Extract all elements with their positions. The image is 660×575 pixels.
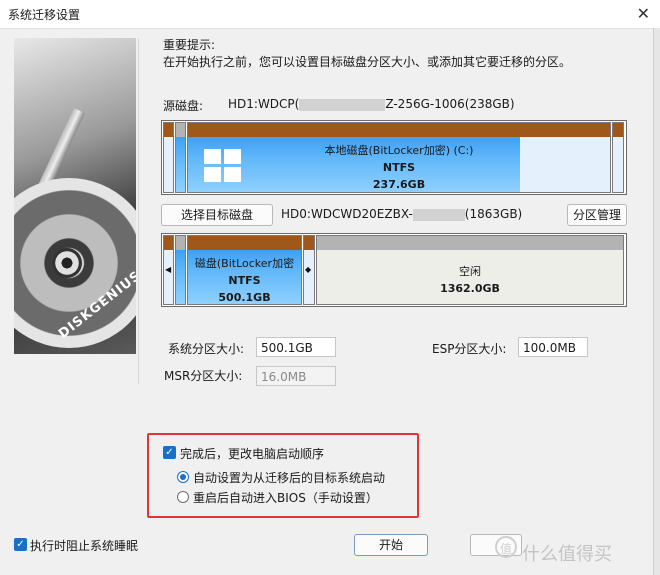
target-partition-size: 500.1GB: [218, 291, 271, 304]
source-disk-label: 源磁盘:: [163, 99, 204, 113]
source-disk-prefix: HD1:WDCP(: [228, 97, 300, 111]
target-free-space[interactable]: 空闲 1362.0GB: [316, 235, 624, 305]
target-partition-small-3[interactable]: ◆: [303, 235, 315, 305]
watermark-logo-icon: 值: [495, 536, 517, 558]
system-size-label: 系统分区大小:: [168, 342, 245, 356]
prevent-sleep-checkbox[interactable]: ✓: [14, 538, 27, 551]
target-partition-small-1[interactable]: ◀: [163, 235, 174, 305]
watermark-text: 什么值得买: [522, 544, 612, 565]
notice-text: 在开始执行之前，您可以设置目标磁盘分区大小、或添加其它要迁移的分区。: [163, 55, 572, 69]
redaction-mask: [299, 98, 386, 111]
window-title: 系统迁移设置: [8, 8, 81, 22]
change-boot-label[interactable]: 完成后，更改电脑启动顺序: [180, 445, 324, 462]
close-icon[interactable]: ✕: [637, 4, 650, 23]
source-disk-suffix: Z-256G-1006(238GB): [385, 97, 515, 111]
system-size-input[interactable]: 500.1GB: [256, 337, 336, 357]
system-migration-dialog: 系统迁移设置 ✕ DISKGENIUS 重要提示: 在开始执行之前，您可以设置目…: [0, 0, 660, 575]
redaction-mask: [412, 208, 465, 221]
target-partition-fs: NTFS: [228, 274, 261, 287]
esp-size-label: ESP分区大小:: [432, 342, 507, 356]
bios-label[interactable]: 重启后自动进入BIOS（手动设置）: [193, 489, 378, 506]
free-space-size: 1362.0GB: [440, 282, 500, 295]
esp-size-input[interactable]: 100.0MB: [518, 337, 588, 357]
msr-size-label: MSR分区大小:: [164, 369, 243, 383]
target-disk-suffix: (1863GB): [464, 207, 523, 221]
target-disk-prefix: HD0:WDCWD20EZBX-: [281, 207, 413, 221]
source-partition-size: 237.6GB: [372, 178, 426, 191]
source-partition-small-2[interactable]: [175, 122, 186, 193]
source-partition-c[interactable]: 本地磁盘(BitLocker加密) (C:) NTFS 237.6GB: [187, 122, 611, 193]
auto-boot-radio[interactable]: [177, 471, 189, 483]
target-disk-name: HD0:WDCWD20EZBX- (1863GB): [281, 207, 522, 221]
window-edge: [653, 28, 660, 575]
start-button[interactable]: 开始: [354, 534, 428, 556]
free-space-label: 空闲: [459, 265, 481, 278]
source-partition-small-3[interactable]: [612, 122, 624, 193]
resize-arrow-icon[interactable]: ◀: [165, 265, 171, 274]
title-bar: 系统迁移设置 ✕: [0, 0, 660, 29]
target-partition-system[interactable]: 磁盘(BitLocker加密 NTFS 500.1GB: [187, 235, 302, 305]
msr-size-input: 16.0MB: [256, 366, 336, 386]
source-partition-small-1[interactable]: [163, 122, 174, 193]
source-disk-name: HD1:WDCP( Z-256G-1006(238GB): [228, 97, 515, 111]
prevent-sleep-label[interactable]: 执行时阻止系统睡眠: [30, 537, 138, 554]
select-target-disk-button[interactable]: 选择目标磁盘: [161, 204, 273, 226]
source-partition-fs: NTFS: [382, 161, 416, 174]
panel-divider: [138, 38, 139, 384]
change-boot-checkbox[interactable]: ✓: [163, 446, 176, 459]
source-partition-name: 本地磁盘(BitLocker加密) (C:): [324, 144, 474, 157]
partition-manage-button[interactable]: 分区管理: [567, 204, 627, 226]
notice-title: 重要提示:: [163, 38, 216, 52]
target-partition-name: 磁盘(BitLocker加密: [194, 257, 295, 270]
resize-handle-icon[interactable]: ◆: [305, 265, 311, 274]
target-partition-small-2[interactable]: [175, 235, 186, 305]
bios-radio[interactable]: [177, 491, 189, 503]
disk-spindle-graphic: [52, 248, 82, 278]
target-disk-map: ◀ 磁盘(BitLocker加密 NTFS 500.1GB ◆ 空闲 1362.…: [161, 233, 627, 307]
auto-boot-label[interactable]: 自动设置为从迁移后的目标系统启动: [193, 469, 385, 486]
diskgenius-logo-image: DISKGENIUS: [14, 38, 136, 354]
source-disk-map: 本地磁盘(BitLocker加密) (C:) NTFS 237.6GB: [161, 120, 627, 195]
